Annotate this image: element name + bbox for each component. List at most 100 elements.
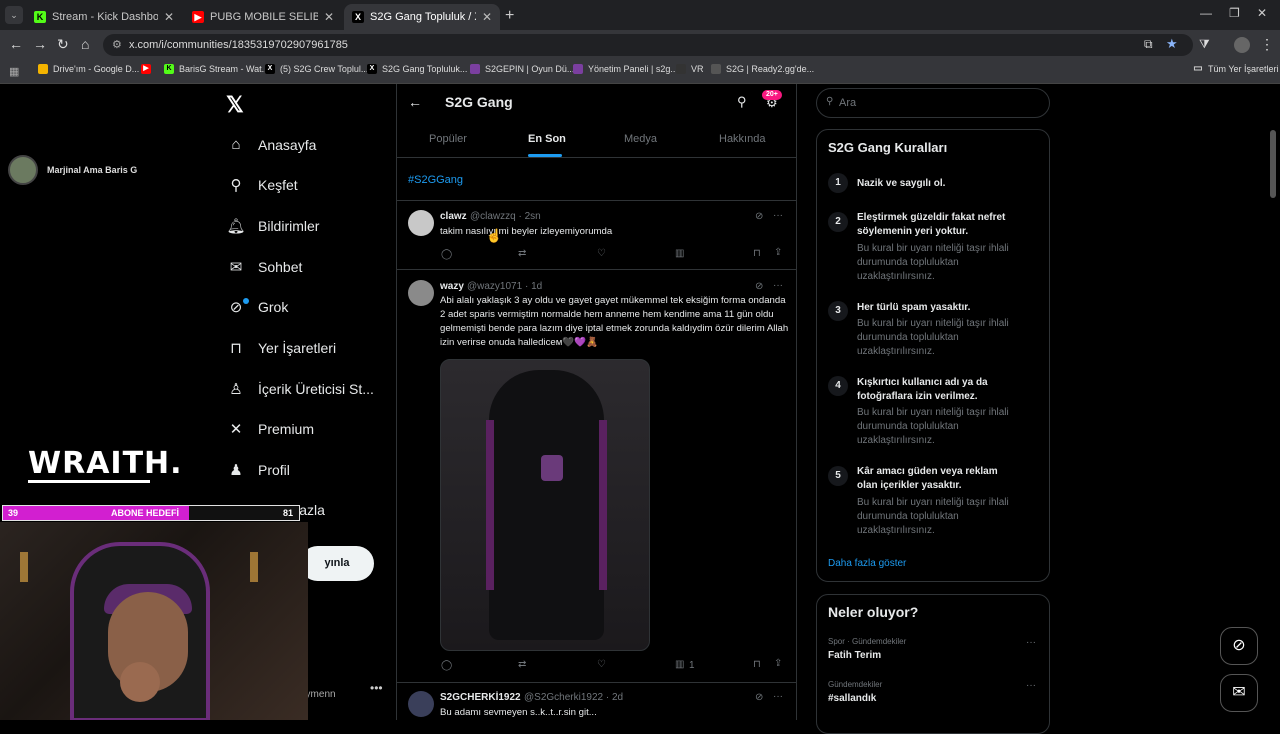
grok-fab-icon[interactable]: ⊘: [1220, 627, 1258, 665]
search-icon[interactable]: ⚲: [737, 94, 747, 110]
more-dots-icon[interactable]: ···: [773, 691, 783, 702]
bookmark-icon[interactable]: ⊓: [753, 659, 761, 670]
tab-latest[interactable]: En Son: [528, 133, 566, 145]
hashtag-link[interactable]: #S2GGang: [408, 174, 463, 186]
more-dots-icon[interactable]: ···: [1026, 680, 1036, 691]
close-icon[interactable]: ✕: [164, 10, 174, 24]
bookmark-item[interactable]: S2G | Ready2.gg'de...: [711, 64, 814, 74]
retweet-icon[interactable]: ⇄: [518, 659, 526, 670]
bookmark-label: S2G Gang Topluluk...: [382, 64, 468, 74]
bookmark-label: Tüm Yer İşaretleri: [1208, 64, 1279, 74]
sidebar-item-grok[interactable]: ⊘ Grok: [226, 298, 289, 316]
avatar[interactable]: [408, 691, 434, 717]
tweet-author-name[interactable]: wazy: [440, 281, 464, 292]
menu-dots-icon[interactable]: ⋮: [1260, 36, 1274, 53]
bookmark-label: VR: [691, 64, 704, 74]
sidebar-item-explore[interactable]: ⚲ Keşfet: [226, 176, 298, 194]
more-dots-icon[interactable]: ···: [773, 280, 783, 291]
tab-search-button[interactable]: ⌄: [5, 6, 23, 24]
scrollbar[interactable]: [1270, 130, 1276, 198]
post-button[interactable]: yınla: [300, 546, 374, 581]
avatar[interactable]: [408, 280, 434, 306]
all-bookmarks-button[interactable]: ▭ Tüm Yer İşaretleri: [1193, 64, 1279, 75]
trend-name[interactable]: Fatih Terim: [828, 650, 881, 661]
sidebar-item-creator-studio[interactable]: ♙ İçerik Üreticisi St...: [226, 380, 374, 398]
extensions-icon[interactable]: ⧩: [1199, 37, 1210, 52]
star-icon[interactable]: ★: [1166, 36, 1178, 52]
tweet-handle[interactable]: @wazy1071 · 1d: [467, 281, 542, 292]
bookmark-item[interactable]: S2GEPIN | Oyun Dü...: [470, 64, 574, 74]
install-icon[interactable]: ⧉: [1144, 37, 1153, 52]
x-logo-icon[interactable]: 𝕏: [226, 92, 244, 118]
messages-fab-icon[interactable]: ✉: [1220, 674, 1258, 712]
show-more-link[interactable]: Daha fazla göster: [828, 558, 906, 569]
grok-icon[interactable]: ⊘: [755, 692, 763, 703]
bookmark-item[interactable]: ▶: [141, 64, 156, 74]
youtube-icon: ▶: [192, 11, 204, 23]
avatar[interactable]: [1234, 37, 1250, 53]
reply-icon[interactable]: ◯: [441, 660, 452, 671]
reload-icon[interactable]: ↻: [57, 36, 69, 53]
close-icon[interactable]: ✕: [324, 10, 334, 24]
search-input[interactable]: Ara: [816, 88, 1050, 118]
site-info-icon[interactable]: ⚙: [112, 38, 122, 51]
avatar[interactable]: [408, 210, 434, 236]
bookmark-label: S2G | Ready2.gg'de...: [726, 64, 815, 74]
bookmark-item[interactable]: X (5) S2G Crew Toplul...: [265, 64, 368, 74]
tweet-handle[interactable]: @S2Gcherki1922 · 2d: [524, 692, 623, 703]
more-dots-icon[interactable]: ···: [1026, 637, 1036, 648]
tab-about[interactable]: Hakkında: [719, 133, 765, 145]
browser-tab[interactable]: ▶ PUBG MOBILE SELIBON LEAGUE ✕: [184, 4, 342, 30]
minimize-icon[interactable]: —: [1200, 6, 1212, 20]
share-icon[interactable]: ⇪: [774, 247, 782, 258]
grok-icon[interactable]: ⊘: [755, 211, 763, 222]
sidebar-item-label: Premium: [258, 421, 315, 437]
retweet-icon[interactable]: ⇄: [518, 248, 526, 259]
bookmark-item[interactable]: Yönetim Paneli | s2g...: [573, 64, 678, 74]
bookmark-icon[interactable]: ⊓: [753, 248, 761, 259]
bookmark-item[interactable]: Drive'ım - Google D...: [38, 64, 139, 74]
browser-tab-active[interactable]: X S2G Gang Topluluk / X ✕: [344, 4, 500, 30]
bookmark-item[interactable]: X S2G Gang Topluluk...: [367, 64, 467, 74]
tweet-author-name[interactable]: clawz: [440, 211, 467, 222]
reply-icon[interactable]: ◯: [441, 249, 452, 260]
tweet-handle[interactable]: @clawzzq · 2sn: [470, 211, 541, 222]
like-icon[interactable]: ♡: [597, 248, 606, 259]
back-arrow-icon[interactable]: ←: [9, 36, 23, 52]
maximize-icon[interactable]: ❐: [1229, 6, 1240, 20]
apps-grid-icon[interactable]: ▦: [9, 65, 19, 78]
home-icon[interactable]: ⌂: [81, 36, 89, 52]
sub-goal-bar: 39 ABONE HEDEFİ 81: [2, 505, 300, 521]
tweet-author-name[interactable]: S2GCHERKİ1922: [440, 692, 521, 703]
more-dots-icon[interactable]: •••: [370, 681, 383, 695]
tweet-image-gaming-chair[interactable]: [440, 359, 650, 651]
new-tab-button[interactable]: +: [505, 7, 514, 25]
url-field[interactable]: x.com/i/communities/1835319702907961785: [103, 34, 1193, 56]
views-icon[interactable]: ▥: [675, 659, 684, 670]
back-arrow-icon[interactable]: ←: [408, 94, 422, 110]
bookmark-item[interactable]: VR: [676, 64, 704, 74]
grok-icon[interactable]: ⊘: [755, 281, 763, 292]
more-dots-icon[interactable]: ···: [773, 210, 783, 221]
tab-popular[interactable]: Popüler: [429, 133, 467, 145]
sidebar-item-profile[interactable]: ♟ Profil: [226, 461, 290, 479]
tab-media[interactable]: Medya: [624, 133, 657, 145]
sidebar-item-home[interactable]: ⌂ Anasayfa: [226, 136, 316, 153]
sidebar-item-notifications[interactable]: 🔔︎ Bildirimler: [226, 217, 319, 235]
window-close-icon[interactable]: ✕: [1257, 6, 1267, 20]
sidebar-item-premium[interactable]: ✕ Premium: [226, 420, 314, 438]
browser-tab[interactable]: K Stream - Kick Dashboard ✕: [26, 4, 182, 30]
bookmark-item[interactable]: K BarisG Stream - Wat...: [164, 64, 269, 74]
kick-icon: K: [164, 64, 174, 74]
views-icon[interactable]: ▥: [675, 248, 684, 259]
home-icon: ⌂: [231, 136, 241, 153]
close-icon[interactable]: ✕: [482, 10, 492, 24]
logo-underline: [28, 480, 150, 483]
x-icon: ✕: [229, 421, 243, 438]
like-icon[interactable]: ♡: [597, 659, 606, 670]
share-icon[interactable]: ⇪: [774, 658, 782, 669]
sidebar-item-messages[interactable]: ✉ Sohbet: [226, 258, 303, 276]
sidebar-item-bookmarks[interactable]: ⊓ Yer İşaretleri: [226, 339, 336, 357]
trend-name[interactable]: #sallandık: [828, 693, 876, 704]
forward-arrow-icon[interactable]: →: [33, 36, 47, 52]
